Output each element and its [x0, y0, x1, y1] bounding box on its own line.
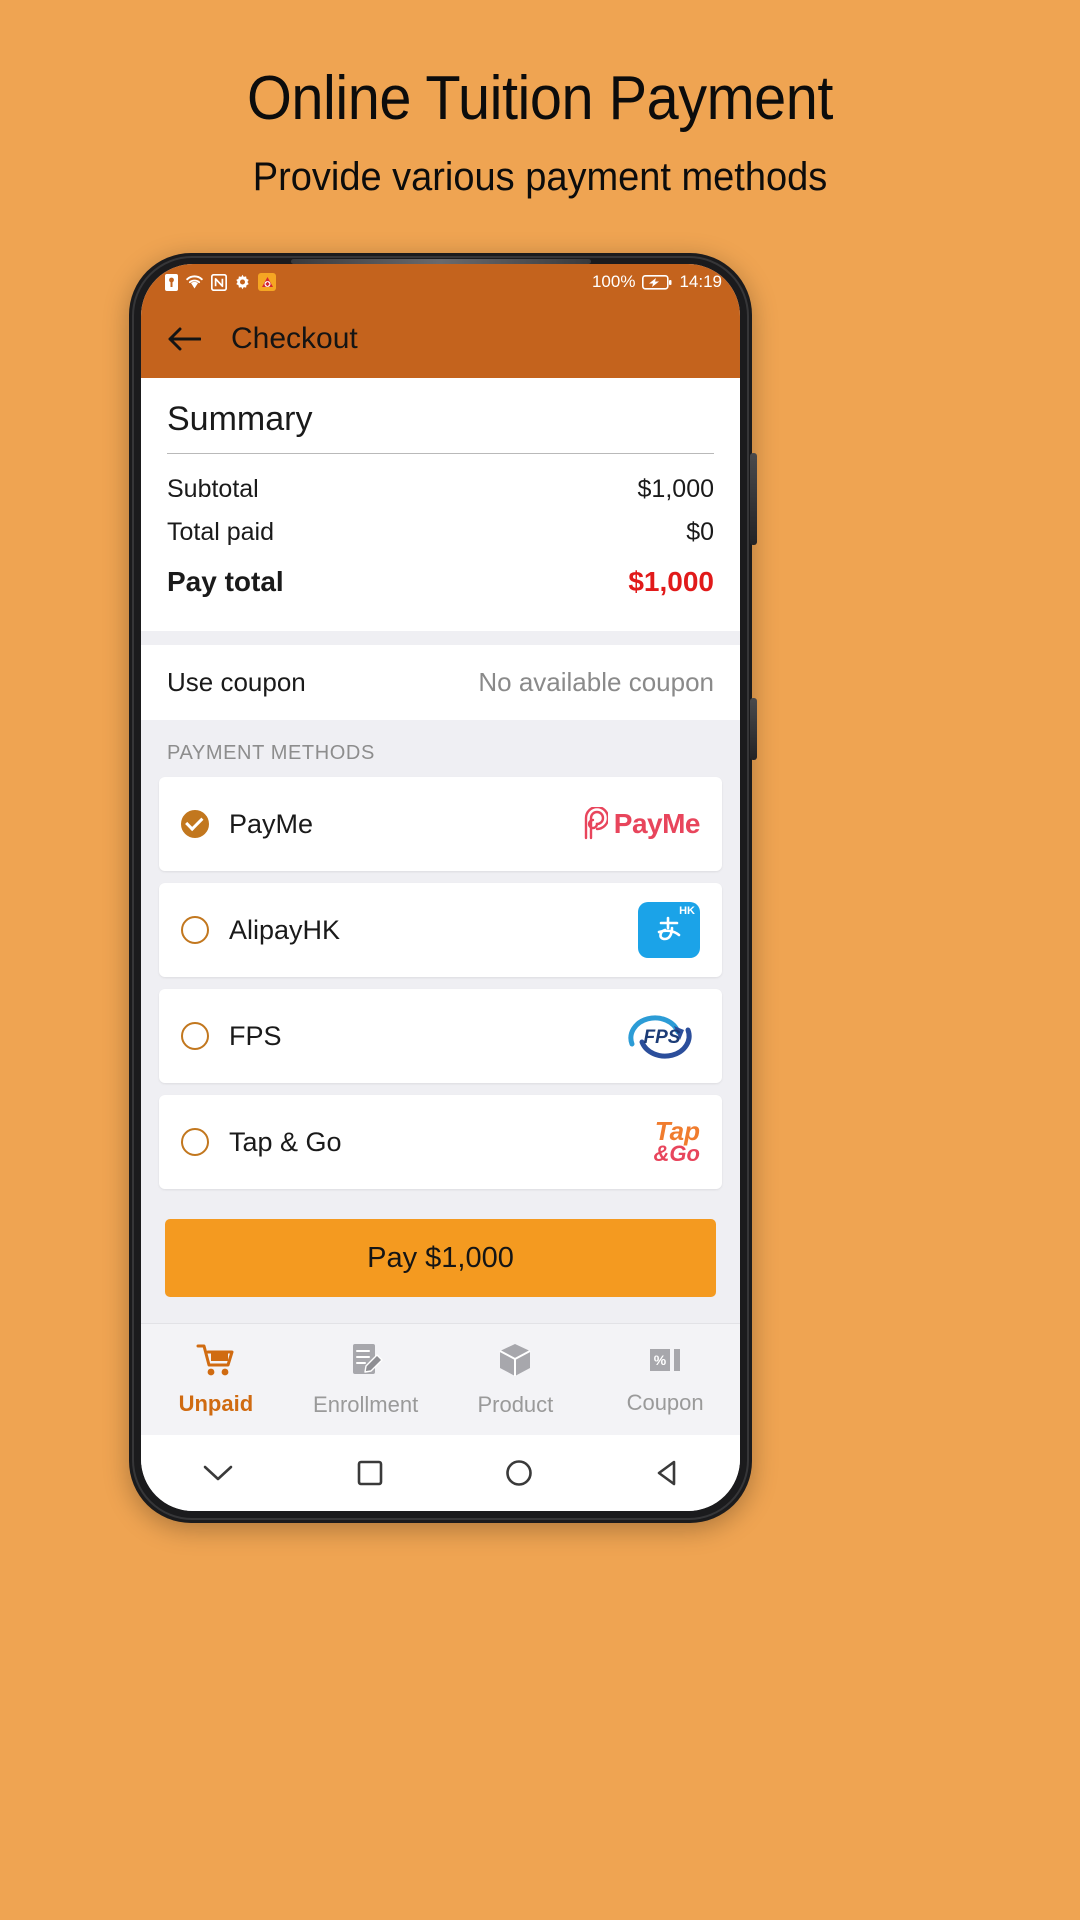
radio-unselected-icon[interactable] — [181, 916, 209, 944]
table-row: Subtotal $1,000 — [167, 468, 714, 511]
radio-selected-icon[interactable] — [181, 810, 209, 838]
tab-enrollment[interactable]: Enrollment — [291, 1341, 441, 1418]
payment-method-label: AlipayHK — [229, 914, 341, 945]
payment-method-fps[interactable]: FPS FPS — [159, 989, 722, 1083]
use-coupon-value: No available coupon — [478, 667, 714, 697]
tapgo-logo: Tap &Go — [654, 1112, 700, 1172]
phone-mockup: 100% 14:19 Checkout Summary Subtotal $1,… — [129, 253, 757, 1523]
payme-logo: PayMe — [574, 794, 701, 854]
tab-label: Coupon — [626, 1390, 704, 1415]
payment-method-payme[interactable]: PayMe PayMe — [159, 777, 722, 871]
gear-icon — [234, 274, 251, 291]
fps-logo: FPS — [624, 1006, 700, 1066]
use-coupon-label: Use coupon — [167, 667, 306, 697]
percent-ticket-icon: % — [646, 1343, 684, 1382]
alipayhk-logo-text: HK — [679, 905, 695, 917]
chevron-down-icon[interactable] — [201, 1462, 235, 1484]
wifi-icon — [185, 274, 204, 290]
total-paid-value: $0 — [686, 518, 714, 546]
alipayhk-logo: HK — [638, 900, 700, 960]
radio-unselected-icon[interactable] — [181, 1022, 209, 1050]
note-edit-icon — [347, 1341, 385, 1384]
circle-icon[interactable] — [505, 1459, 533, 1487]
cart-icon — [196, 1342, 236, 1383]
bottom-tab-bar: Unpaid Enrollment Product % Coupon — [141, 1323, 740, 1435]
battery-percent-label: 100% — [591, 272, 636, 291]
summary-divider — [167, 453, 714, 454]
payment-methods-label: PAYMENT METHODS — [167, 742, 375, 764]
phone-screen: 100% 14:19 Checkout Summary Subtotal $1,… — [141, 264, 740, 1511]
section-gap — [141, 631, 740, 645]
promo-header: Online Tuition Payment Provide various p… — [0, 0, 1080, 200]
payme-logo-text: PayMe — [613, 808, 701, 839]
total-paid-label: Total paid — [167, 518, 275, 546]
summary-card: Summary Subtotal $1,000 Total paid $0 Pa… — [141, 378, 740, 631]
tab-label: Unpaid — [178, 1391, 254, 1416]
tapgo-logo-text2: &Go — [653, 1140, 700, 1166]
triangle-back-icon[interactable] — [654, 1459, 680, 1487]
square-icon[interactable] — [356, 1459, 384, 1487]
subtotal-value: $1,000 — [637, 475, 714, 503]
checkout-content: Summary Subtotal $1,000 Total paid $0 Pa… — [141, 378, 740, 1323]
app-bar: Checkout — [141, 300, 740, 378]
android-nav-bar — [141, 1435, 740, 1511]
fps-logo-text: FPS — [644, 1027, 681, 1048]
payment-method-alipayhk[interactable]: AlipayHK HK — [159, 883, 722, 977]
radio-unselected-icon[interactable] — [181, 1128, 209, 1156]
tab-label: Product — [477, 1392, 554, 1417]
app-icon — [258, 273, 276, 291]
table-row: Pay total $1,000 — [167, 554, 714, 605]
volume-button[interactable] — [750, 453, 757, 545]
battery-icon — [642, 274, 672, 290]
nfc-icon — [211, 273, 227, 291]
use-coupon-row[interactable]: Use coupon No available coupon — [141, 645, 740, 720]
subtotal-label: Subtotal — [167, 475, 259, 503]
payment-method-label: FPS — [229, 1020, 282, 1051]
back-arrow-icon[interactable] — [167, 325, 201, 353]
page-title: Online Tuition Payment — [247, 64, 833, 133]
pay-total-value: $1,000 — [628, 566, 714, 597]
pay-button[interactable]: Pay $1,000 — [165, 1219, 716, 1297]
status-bar: 100% 14:19 — [141, 264, 740, 300]
page-subtitle: Provide various payment methods — [252, 155, 828, 200]
payment-method-label: PayMe — [229, 808, 314, 839]
box-icon — [496, 1341, 534, 1384]
pay-button-area: Pay $1,000 — [141, 1219, 740, 1323]
app-bar-title: Checkout — [231, 322, 358, 355]
svg-text:%: % — [654, 1352, 667, 1368]
tab-coupon[interactable]: % Coupon — [590, 1343, 740, 1416]
tab-product[interactable]: Product — [441, 1341, 591, 1418]
tab-label: Enrollment — [313, 1392, 419, 1417]
power-button[interactable] — [750, 698, 757, 760]
payment-method-label: Tap & Go — [229, 1126, 342, 1157]
key-icon — [165, 273, 178, 291]
payment-method-tapgo[interactable]: Tap & Go Tap &Go — [159, 1095, 722, 1189]
summary-heading: Summary — [167, 400, 313, 438]
payment-method-list: PayMe PayMe AlipayHK HK FPS FPS Tap & Go… — [141, 777, 740, 1189]
clock-label: 14:19 — [679, 272, 722, 291]
table-row: Total paid $0 — [167, 511, 714, 554]
pay-total-label: Pay total — [167, 566, 284, 597]
tab-unpaid[interactable]: Unpaid — [141, 1342, 291, 1417]
